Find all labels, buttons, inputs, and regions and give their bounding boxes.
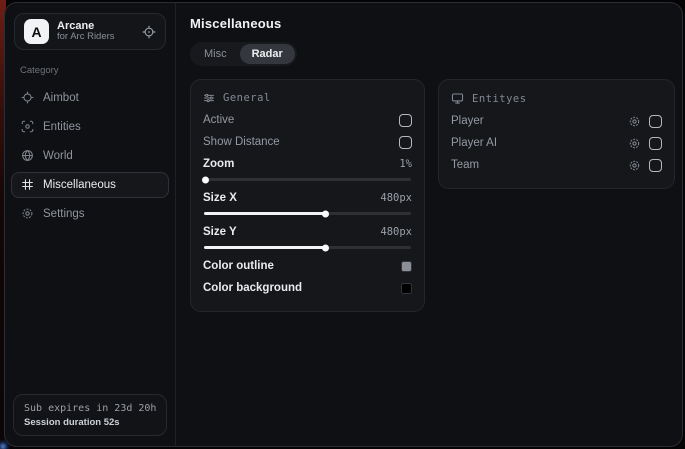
slider-track xyxy=(204,212,411,215)
sidebar-item-settings[interactable]: Settings xyxy=(11,201,169,227)
app-logo: A xyxy=(24,19,49,44)
app-window: A Arcane for Arc Riders Category xyxy=(4,2,683,447)
size-y-slider[interactable] xyxy=(203,243,412,252)
sidebar-item-entities[interactable]: Entities xyxy=(11,114,169,140)
row-label: Team xyxy=(451,159,479,171)
crosshair-icon xyxy=(21,91,34,104)
gear-icon[interactable] xyxy=(628,115,641,128)
slider-fill xyxy=(204,212,326,215)
panel-general-header: General xyxy=(203,92,412,104)
session-duration-text: Session duration 52s xyxy=(24,417,156,428)
row-label: Color outline xyxy=(203,260,274,272)
sidebar-item-label: Settings xyxy=(43,208,85,220)
show-distance-checkbox[interactable] xyxy=(399,136,412,149)
active-checkbox[interactable] xyxy=(399,114,412,127)
panel-general: General Active Show Distance Zoom 1% xyxy=(190,79,425,312)
monitor-icon xyxy=(451,92,464,105)
page-title: Miscellaneous xyxy=(190,16,675,31)
slider-track xyxy=(204,246,411,249)
row-label: Active xyxy=(203,114,234,126)
row-player: Player xyxy=(451,110,662,132)
panel-title: Entityes xyxy=(472,93,527,105)
tab-misc[interactable]: Misc xyxy=(192,44,239,64)
slider-track xyxy=(204,178,411,181)
slider-fill xyxy=(204,178,206,181)
sidebar-item-label: Aimbot xyxy=(43,92,79,104)
zoom-slider[interactable] xyxy=(203,175,412,184)
team-checkbox[interactable] xyxy=(649,159,662,172)
row-label: Player AI xyxy=(451,137,497,149)
player-ai-checkbox[interactable] xyxy=(649,137,662,150)
color-outline-swatch[interactable] xyxy=(401,261,412,272)
row-zoom: Zoom 1% xyxy=(203,153,412,175)
row-controls xyxy=(628,159,662,172)
row-show-distance: Show Distance xyxy=(203,131,412,153)
sidebar-item-label: Entities xyxy=(43,121,81,133)
main-content: Miscellaneous Misc Radar Gene xyxy=(176,3,683,446)
globe-icon xyxy=(21,149,34,162)
row-label: Show Distance xyxy=(203,136,280,148)
row-controls xyxy=(628,115,662,128)
row-label: Size Y xyxy=(203,226,237,238)
sidebar-item-label: Miscellaneous xyxy=(43,179,116,191)
panels-row: General Active Show Distance Zoom 1% xyxy=(190,79,675,312)
panel-entities-header: Entityes xyxy=(451,92,662,105)
sidebar-item-aimbot[interactable]: Aimbot xyxy=(11,85,169,111)
app-subtitle: for Arc Riders xyxy=(57,32,115,43)
row-label: Size X xyxy=(203,192,237,204)
row-size-y: Size Y 480px xyxy=(203,221,412,243)
logo-text: Arcane for Arc Riders xyxy=(57,20,115,44)
gear-icon xyxy=(21,207,34,220)
row-team: Team xyxy=(451,154,662,176)
zoom-value: 1% xyxy=(399,158,412,170)
row-label: Color background xyxy=(203,282,302,294)
size-x-value: 480px xyxy=(380,192,412,204)
row-color-background: Color background xyxy=(203,277,412,299)
scan-eye-icon xyxy=(21,120,34,133)
tab-bar: Misc Radar xyxy=(190,42,297,66)
sidebar: A Arcane for Arc Riders Category xyxy=(5,3,176,446)
player-checkbox[interactable] xyxy=(649,115,662,128)
panel-title: General xyxy=(223,92,271,104)
row-color-outline: Color outline xyxy=(203,255,412,277)
color-background-swatch[interactable] xyxy=(401,283,412,294)
row-size-x: Size X 480px xyxy=(203,187,412,209)
subscription-box: Sub expires in 23d 20h Session duration … xyxy=(13,394,167,436)
row-controls xyxy=(628,137,662,150)
row-active: Active xyxy=(203,109,412,131)
sidebar-item-label: World xyxy=(43,150,73,162)
row-label: Zoom xyxy=(203,158,234,170)
sidebar-item-miscellaneous[interactable]: Miscellaneous xyxy=(11,172,169,198)
sidebar-item-world[interactable]: World xyxy=(11,143,169,169)
tab-radar[interactable]: Radar xyxy=(240,44,295,64)
row-player-ai: Player AI xyxy=(451,132,662,154)
crosshair-icon[interactable] xyxy=(142,25,156,39)
row-label: Player xyxy=(451,115,484,127)
grid-icon xyxy=(21,178,34,191)
sidebar-nav: Aimbot Entities World xyxy=(5,83,175,228)
gear-icon[interactable] xyxy=(628,137,641,150)
gear-icon[interactable] xyxy=(628,159,641,172)
panel-entities: Entityes Player P xyxy=(438,79,675,189)
size-x-slider[interactable] xyxy=(203,209,412,218)
sub-expires-text: Sub expires in 23d 20h xyxy=(24,403,156,414)
size-y-value: 480px xyxy=(380,226,412,238)
slider-fill xyxy=(204,246,326,249)
sliders-icon xyxy=(203,92,215,104)
category-label: Category xyxy=(20,65,160,76)
logo-card: A Arcane for Arc Riders xyxy=(14,13,166,50)
